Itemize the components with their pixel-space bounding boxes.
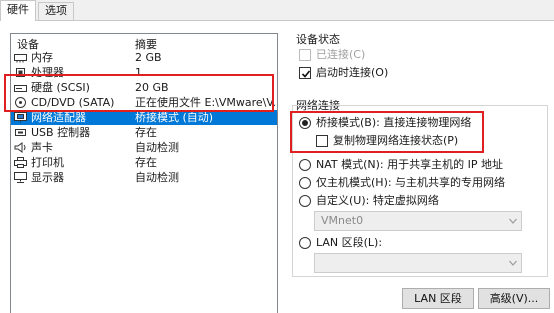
connect-at-power-on-checkbox[interactable] bbox=[299, 67, 311, 79]
host-only-label: 仅主机模式(H): 与主机共享的专用网络 bbox=[316, 176, 506, 189]
device-row-sound-card[interactable]: 声卡 自动检测 bbox=[11, 140, 277, 155]
sound-card-icon bbox=[14, 142, 26, 153]
column-header-device[interactable]: 设备 bbox=[17, 36, 39, 51]
advanced-button[interactable]: 高级(V)... bbox=[478, 288, 550, 309]
chevron-down-icon bbox=[509, 218, 517, 224]
device-name: 处理器 bbox=[31, 66, 64, 79]
device-list[interactable]: 设备 摘要 内存 2 GB 处理器 1 硬盘 (SCSI) 20 GB CD/D… bbox=[10, 33, 278, 313]
hardware-tab-pane: 设备 摘要 内存 2 GB 处理器 1 硬盘 (SCSI) 20 GB CD/D… bbox=[0, 20, 554, 313]
device-row-harddisk[interactable]: 硬盘 (SCSI) 20 GB bbox=[11, 80, 277, 95]
connect-at-power-on-label: 启动时连接(O) bbox=[316, 66, 389, 79]
device-summary: 2 GB bbox=[135, 51, 162, 64]
tab-options[interactable]: 选项 bbox=[38, 2, 74, 20]
nat-radio[interactable] bbox=[299, 159, 311, 171]
lan-segment-select[interactable] bbox=[314, 253, 522, 273]
bridged-label: 桥接模式(B): 直接连接物理网络 bbox=[316, 116, 472, 129]
vmnet-select[interactable]: VMnet0 bbox=[314, 211, 522, 231]
radio-selected-dot bbox=[302, 120, 308, 126]
device-summary: 存在 bbox=[135, 156, 157, 169]
device-status-title: 设备状态 bbox=[296, 33, 340, 46]
cpu-icon bbox=[16, 68, 25, 77]
printer-icon bbox=[14, 157, 27, 168]
device-row-usb[interactable]: USB 控制器 存在 bbox=[11, 125, 277, 140]
device-summary: 1 bbox=[135, 66, 142, 79]
chevron-down-icon bbox=[509, 260, 517, 266]
device-summary: 自动检测 bbox=[135, 141, 179, 154]
lan-segments-button[interactable]: LAN 区段(S)... bbox=[402, 288, 474, 313]
custom-radio[interactable] bbox=[299, 195, 311, 207]
lan-segment-label: LAN 区段(L): bbox=[316, 236, 383, 249]
column-header-summary[interactable]: 摘要 bbox=[135, 36, 157, 51]
connected-checkbox[interactable] bbox=[299, 49, 311, 61]
device-name: USB 控制器 bbox=[31, 126, 91, 139]
network-connection-group bbox=[292, 105, 548, 277]
device-summary: 正在使用文件 E:\VMware\V... bbox=[135, 96, 277, 109]
tab-hardware[interactable]: 硬件 bbox=[0, 0, 36, 21]
memory-icon bbox=[14, 54, 27, 63]
device-row-display[interactable]: 显示器 自动检测 bbox=[11, 170, 277, 185]
device-name: 硬盘 (SCSI) bbox=[31, 81, 90, 94]
device-row-network-adapter[interactable]: 网络适配器 桥接模式 (自动) bbox=[11, 110, 277, 125]
device-name: 声卡 bbox=[31, 141, 53, 154]
device-name: 显示器 bbox=[31, 171, 64, 184]
replicate-state-label: 复制物理网络连接状态(P) bbox=[333, 134, 459, 147]
network-adapter-icon bbox=[14, 112, 27, 123]
harddisk-icon bbox=[14, 85, 27, 92]
device-summary: 20 GB bbox=[135, 81, 169, 94]
device-summary: 桥接模式 (自动) bbox=[135, 111, 214, 124]
device-row-cd-dvd[interactable]: CD/DVD (SATA) 正在使用文件 E:\VMware\V... bbox=[11, 95, 277, 110]
bridged-radio[interactable] bbox=[299, 117, 311, 129]
checkmark-icon bbox=[301, 70, 311, 78]
host-only-radio[interactable] bbox=[299, 177, 311, 189]
vmnet-select-value: VMnet0 bbox=[321, 214, 364, 227]
replicate-state-checkbox[interactable] bbox=[316, 135, 328, 147]
device-row-printer[interactable]: 打印机 存在 bbox=[11, 155, 277, 170]
lan-segment-radio[interactable] bbox=[299, 237, 311, 249]
custom-label: 自定义(U): 特定虚拟网络 bbox=[316, 194, 439, 207]
usb-icon bbox=[15, 129, 26, 136]
cd-dvd-icon bbox=[15, 97, 26, 108]
device-name: 打印机 bbox=[31, 156, 64, 169]
device-row-processor[interactable]: 处理器 1 bbox=[11, 65, 277, 80]
device-summary: 存在 bbox=[135, 126, 157, 139]
device-name: 网络适配器 bbox=[31, 111, 86, 124]
device-name: 内存 bbox=[31, 51, 53, 64]
nat-label: NAT 模式(N): 用于共享主机的 IP 地址 bbox=[316, 158, 503, 171]
device-name: CD/DVD (SATA) bbox=[31, 96, 115, 109]
connected-label: 已连接(C) bbox=[316, 48, 366, 61]
device-row-memory[interactable]: 内存 2 GB bbox=[11, 50, 277, 65]
tab-bar: 硬件 选项 bbox=[0, 0, 554, 21]
device-summary: 自动检测 bbox=[135, 171, 179, 184]
display-icon bbox=[14, 172, 27, 183]
